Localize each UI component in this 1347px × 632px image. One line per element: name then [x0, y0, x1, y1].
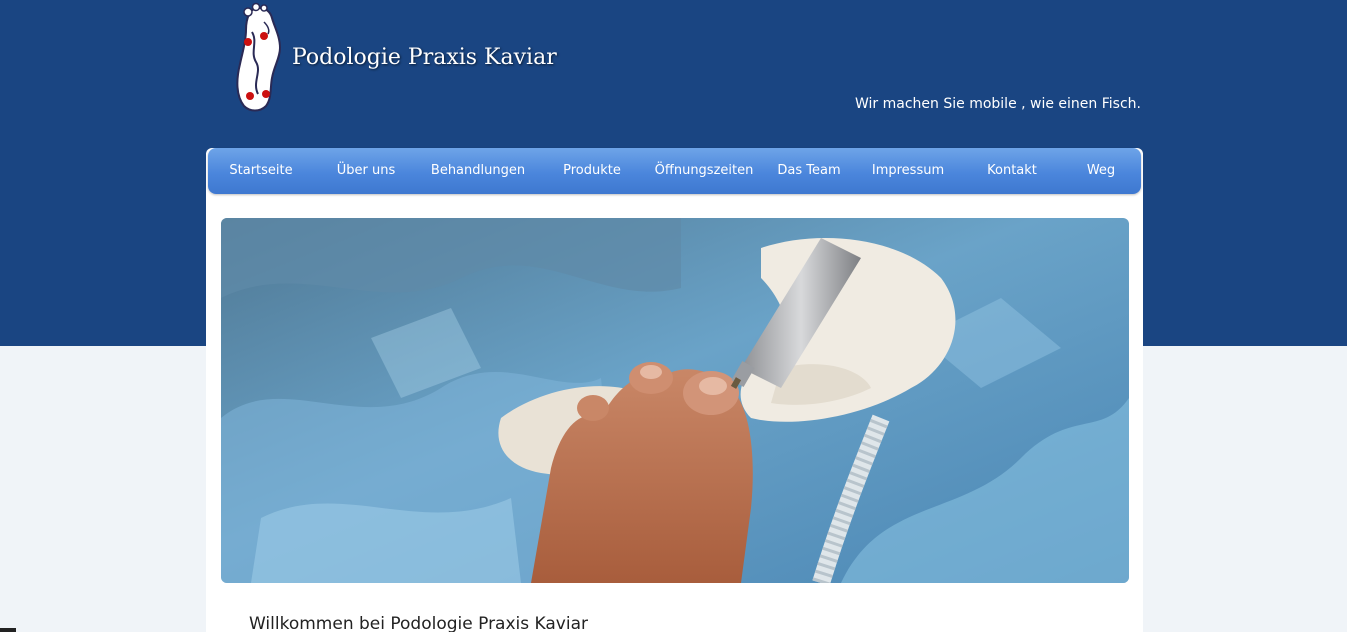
nav-item-startseite[interactable]: Startseite [229, 148, 292, 194]
nav-item-behandlungen[interactable]: Behandlungen [431, 148, 525, 194]
site-title[interactable]: Podologie Praxis Kaviar [292, 45, 557, 70]
nav-item-ueber-uns[interactable]: Über uns [337, 148, 396, 194]
main-navigation: Startseite Über uns Behandlungen Produkt… [208, 148, 1141, 194]
hero-image [221, 218, 1129, 583]
foot-logo-icon[interactable] [228, 2, 290, 114]
nav-item-produkte[interactable]: Produkte [563, 148, 621, 194]
nav-item-kontakt[interactable]: Kontakt [987, 148, 1037, 194]
nav-item-oeffnungszeiten[interactable]: Öffnungszeiten [655, 148, 754, 194]
scroll-marker [0, 628, 16, 632]
welcome-heading: Willkommen bei Podologie Praxis Kaviar [249, 614, 588, 632]
nav-item-das-team[interactable]: Das Team [777, 148, 840, 194]
nav-item-weg[interactable]: Weg [1087, 148, 1115, 194]
nav-item-impressum[interactable]: Impressum [872, 148, 944, 194]
slogan: Wir machen Sie mobile , wie einen Fisch. [855, 96, 1141, 112]
